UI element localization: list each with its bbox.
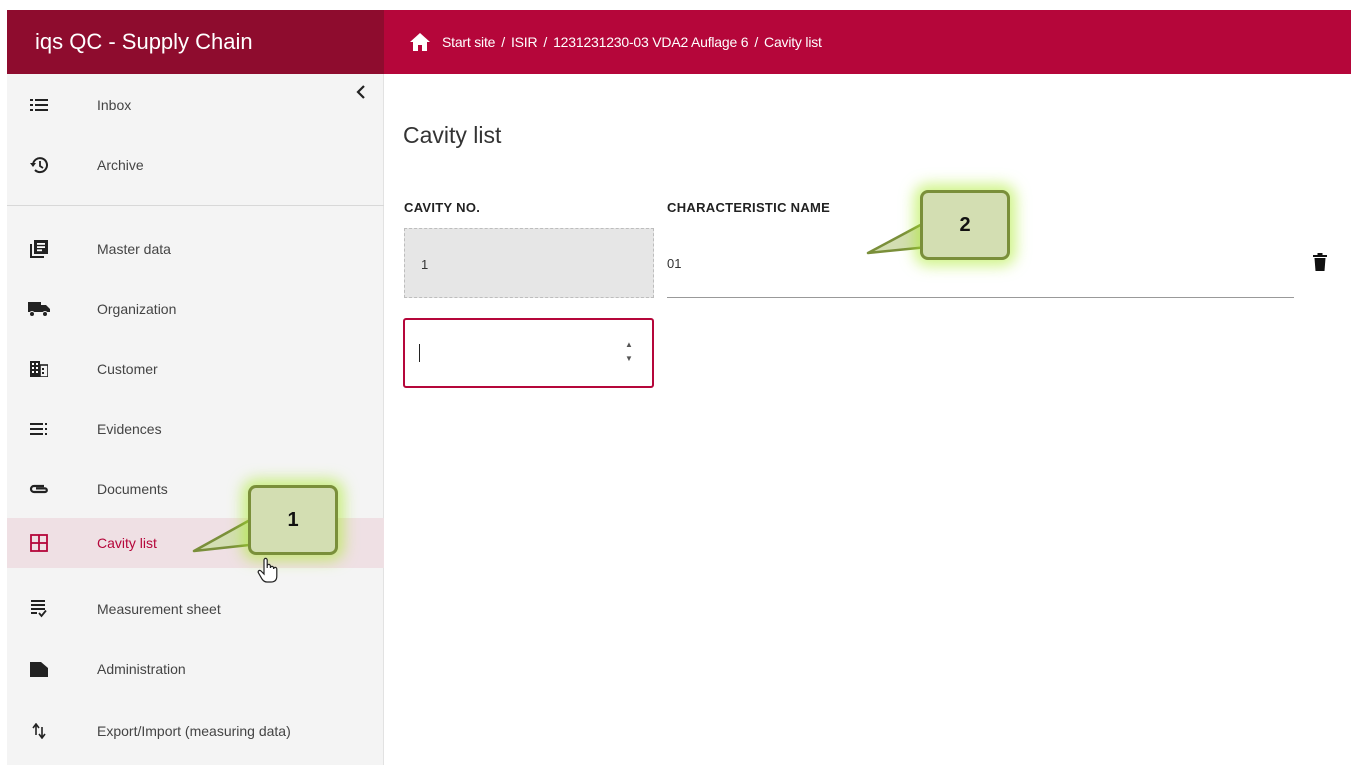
sidebar-item-label: Export/Import (measuring data)	[97, 723, 291, 739]
building-icon	[27, 357, 51, 381]
number-stepper[interactable]: ▲ ▼	[623, 340, 635, 364]
folder-icon	[27, 657, 51, 681]
callout-2: 2	[920, 190, 1010, 260]
truck-icon	[27, 297, 51, 321]
history-icon	[27, 153, 51, 177]
column-header-cavity-no: CAVITY NO.	[404, 200, 481, 215]
sidebar-item-master-data[interactable]: Master data	[7, 224, 384, 274]
import-export-icon	[27, 719, 51, 743]
breadcrumb: Start site / ISIR / 1231231230-03 VDA2 A…	[384, 10, 1351, 74]
sidebar-item-customer[interactable]: Customer	[7, 344, 384, 394]
paperclip-icon	[27, 477, 51, 501]
callout-1: 1	[248, 485, 338, 555]
home-icon[interactable]	[410, 33, 430, 51]
hand-pointer-icon	[257, 557, 278, 583]
breadcrumb-separator: /	[501, 34, 505, 50]
sidebar-item-label: Cavity list	[97, 535, 157, 551]
app-root: iqs QC - Supply Chain Start site / ISIR …	[0, 0, 1351, 765]
sidebar-item-label: Archive	[97, 157, 144, 173]
stepper-up-icon[interactable]: ▲	[625, 340, 633, 350]
sidebar-item-label: Documents	[97, 481, 168, 497]
checklist-icon	[27, 597, 51, 621]
new-cavity-number-input[interactable]: ▲ ▼	[403, 318, 654, 388]
breadcrumb-current: Cavity list	[764, 34, 822, 50]
sidebar-item-label: Customer	[97, 361, 158, 377]
sidebar-item-export-import[interactable]: Export/Import (measuring data)	[7, 706, 384, 756]
sidebar-item-administration[interactable]: Administration	[7, 644, 384, 694]
breadcrumb-start-site[interactable]: Start site	[442, 34, 495, 50]
sidebar-item-organization[interactable]: Organization	[7, 284, 384, 334]
breadcrumb-separator: /	[543, 34, 548, 50]
sidebar-item-inbox[interactable]: Inbox	[7, 80, 384, 130]
top-bar: iqs QC - Supply Chain Start site / ISIR …	[7, 10, 1351, 74]
sidebar-item-label: Evidences	[97, 421, 162, 437]
inbox-list-icon	[27, 93, 51, 117]
sidebar-item-label: Master data	[97, 241, 171, 257]
breadcrumb-part[interactable]: 1231231230-03 VDA2 Auflage 6	[553, 34, 748, 50]
page-title: Cavity list	[403, 122, 502, 148]
breadcrumb-separator: /	[754, 34, 759, 50]
grid-icon	[27, 531, 51, 555]
sidebar-item-label: Organization	[97, 301, 177, 317]
sidebar-item-evidences[interactable]: Evidences	[7, 404, 384, 454]
sidebar: Inbox Archive Master data Organization C…	[7, 74, 384, 765]
sidebar-item-label: Administration	[97, 661, 186, 677]
sidebar-divider	[7, 205, 384, 206]
library-books-icon	[27, 237, 51, 261]
notes-list-icon	[27, 417, 51, 441]
sidebar-item-label: Measurement sheet	[97, 601, 221, 617]
trash-icon	[1313, 253, 1327, 271]
breadcrumb-isir[interactable]: ISIR	[511, 34, 538, 50]
delete-row-button[interactable]	[1313, 253, 1327, 271]
sidebar-item-archive[interactable]: Archive	[7, 140, 384, 190]
app-title: iqs QC - Supply Chain	[7, 10, 384, 74]
column-header-characteristic-name: CHARACTERISTIC NAME	[667, 200, 831, 215]
sidebar-item-label: Inbox	[97, 97, 132, 113]
stepper-down-icon[interactable]: ▼	[625, 354, 633, 364]
cavity-no-field: 1	[404, 228, 654, 298]
sidebar-item-measurement-sheet[interactable]: Measurement sheet	[7, 584, 384, 634]
text-caret	[419, 344, 420, 362]
